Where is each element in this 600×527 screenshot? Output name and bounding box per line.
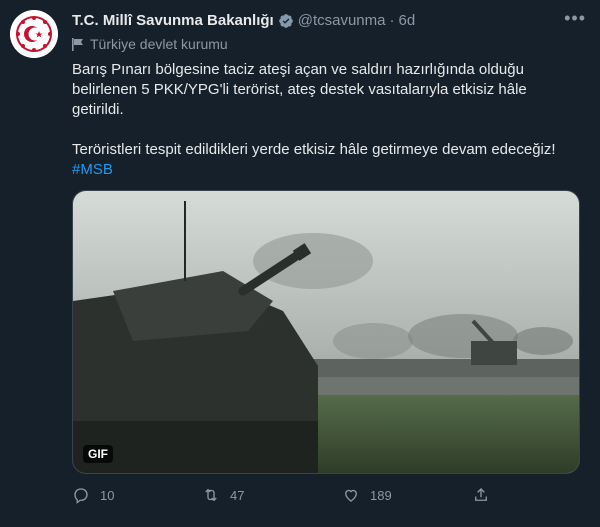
tweet-card[interactable]: T.C. Millî Savunma Bakanlığı @tcsavunma … (0, 0, 600, 527)
verified-badge-icon (278, 13, 293, 28)
display-name[interactable]: T.C. Millî Savunma Bakanlığı (72, 12, 274, 29)
timestamp[interactable]: 6d (398, 12, 415, 29)
affiliation-text: Türkiye devlet kurumu (90, 36, 228, 52)
tweet-text: Barış Pınarı bölgesine taciz ateşi açan … (72, 60, 582, 180)
retweet-button[interactable]: 47 (202, 486, 244, 504)
ministry-emblem-icon (10, 10, 58, 58)
retweet-count: 47 (230, 487, 245, 503)
like-button[interactable]: 189 (342, 486, 392, 504)
like-count: 189 (370, 487, 392, 503)
heart-icon (345, 489, 357, 502)
reply-icon (74, 488, 88, 504)
reply-button[interactable]: 10 (72, 486, 114, 504)
more-icon[interactable]: ••• (564, 8, 586, 29)
flag-icon (72, 37, 83, 51)
affiliation-label: Türkiye devlet kurumu (72, 36, 228, 52)
tweet-paragraph-2: Teröristleri tespit edildikleri yerde et… (72, 141, 556, 158)
tweet-header: T.C. Millî Savunma Bakanlığı @tcsavunma … (72, 12, 415, 29)
retweet-icon (205, 488, 217, 502)
share-button[interactable] (472, 486, 500, 504)
avatar[interactable] (10, 10, 58, 58)
gif-badge: GIF (83, 445, 113, 463)
tweet-media-gif[interactable]: GIF (72, 190, 580, 474)
tweet-actions: 10 47 189 (72, 486, 532, 510)
share-icon (475, 488, 487, 501)
hashtag-link[interactable]: #MSB (72, 161, 113, 178)
tweet-paragraph-1: Barış Pınarı bölgesine taciz ateşi açan … (72, 61, 527, 118)
reply-count: 10 (100, 487, 115, 503)
separator-dot: · (389, 12, 395, 29)
handle[interactable]: @tcsavunma (298, 12, 386, 29)
howitzer-image (73, 191, 579, 473)
